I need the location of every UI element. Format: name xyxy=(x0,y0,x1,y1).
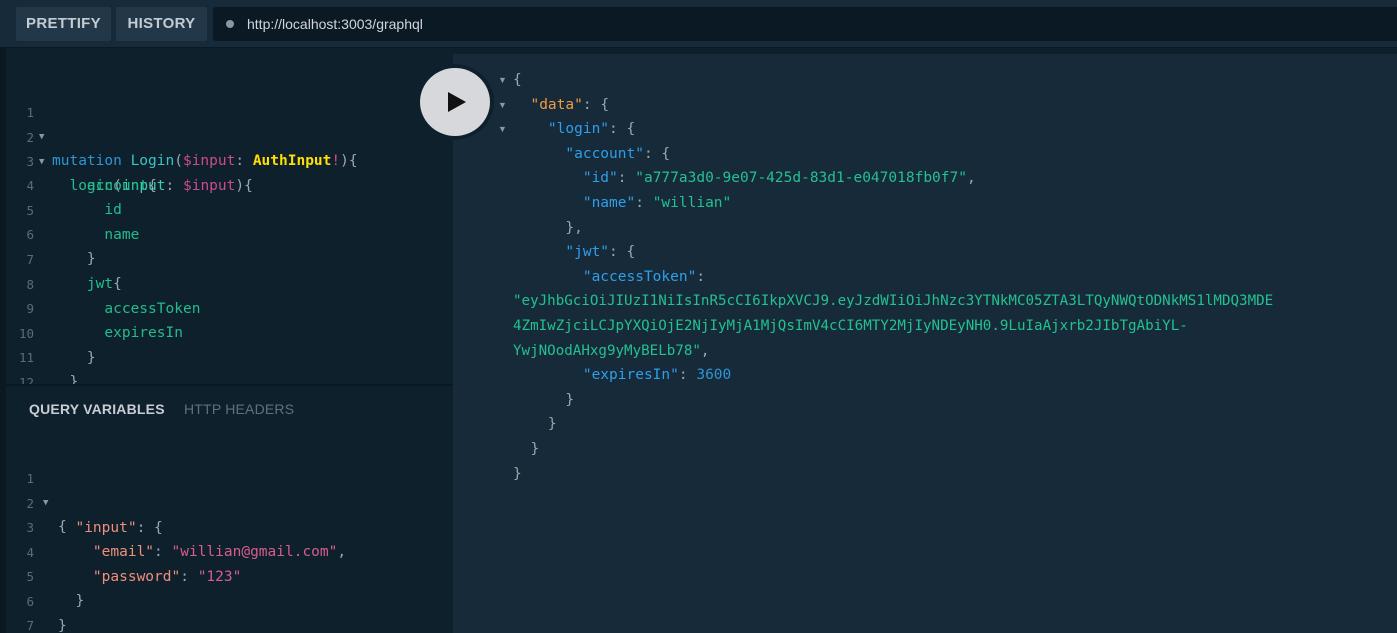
result-line: "login": { xyxy=(547,121,636,137)
json-string: 4ZmIwZjciLCJpYXQiOjE2NjIyMjA1MjQsImV4cCI… xyxy=(513,318,1188,334)
json-key: "id" xyxy=(582,170,618,186)
editor-line: 10 } xyxy=(6,298,453,366)
editor-line: 2 ▼ login(input: $input){ xyxy=(6,102,453,194)
variables-line: 5 } xyxy=(6,541,453,609)
json-key: "expiresIn" xyxy=(582,367,679,383)
json-key: "jwt" xyxy=(565,244,610,260)
editor-line: 12 } xyxy=(6,347,453,415)
tab-http-headers[interactable]: HTTP HEADERS xyxy=(184,386,294,432)
endpoint-url[interactable]: http://localhost:3003/graphql xyxy=(247,7,423,41)
fold-arrow-icon[interactable]: ▼ xyxy=(498,117,507,141)
json-key: "account" xyxy=(565,146,644,162)
json-number: 3600 xyxy=(696,367,732,383)
fold-arrow-icon[interactable]: ▼ xyxy=(498,68,507,92)
result-line: "id": "a777a3d0-9e07-425d-83d1-e047018fb… xyxy=(582,170,976,186)
json-key: "accessToken" xyxy=(582,269,697,285)
json-string: YwjNOodAHxg9yMyBELb78" xyxy=(513,343,701,359)
result-line: "data": { xyxy=(530,97,610,113)
editor-line: 4 id xyxy=(6,150,453,218)
result-line: "jwt": { xyxy=(565,244,636,260)
execute-query-button[interactable] xyxy=(420,68,490,136)
line-number: 7 xyxy=(26,618,34,633)
json-key: "data" xyxy=(530,97,583,113)
result-line: "accessToken": xyxy=(582,269,706,285)
result-line: { xyxy=(513,72,522,88)
query-editor[interactable]: 1 ▼ mutation Login($input: AuthInput!){ … xyxy=(6,54,453,415)
variables-panel-header: QUERY VARIABLES HTTP HEADERS xyxy=(6,386,453,432)
history-button[interactable]: HISTORY xyxy=(116,7,207,41)
top-toolbar: PRETTIFY HISTORY http://localhost:3003/g… xyxy=(0,0,1397,48)
variables-line: 2 "input": { xyxy=(6,468,453,536)
variables-editor[interactable]: 1 ▼ { 2 "input": { 3 "email": "willian@g… xyxy=(6,432,453,633)
result-line: } xyxy=(513,466,522,482)
result-line: } xyxy=(530,441,540,457)
result-line: }, xyxy=(565,220,583,236)
editor-line: 3 account{ xyxy=(6,126,453,194)
json-key: "name" xyxy=(582,195,636,211)
editor-line: 7 jwt{ xyxy=(6,224,453,292)
json-string: "willian" xyxy=(652,195,732,211)
result-pane[interactable]: ▼ ▼ ▼ { "data": { "login": { "account": … xyxy=(453,54,1397,633)
result-line: "name": "willian" xyxy=(582,195,732,211)
result-line: } xyxy=(565,392,575,408)
editor-line: 11 } xyxy=(6,322,453,390)
result-line: "expiresIn": 3600 xyxy=(582,367,732,383)
result-line: "eyJhbGciOiJIUzI1NiIsInR5cCI6IkpXVCJ9.ey… xyxy=(513,289,1273,313)
result-line: 4ZmIwZjciLCJpYXQiOjE2NjIyMjA1MjQsImV4cCI… xyxy=(513,314,1188,338)
editor-line: 6 } xyxy=(6,199,453,267)
editor-line: 5 name xyxy=(6,175,453,243)
variables-line: 1 ▼ { xyxy=(6,443,453,535)
endpoint-url-bar[interactable]: http://localhost:3003/graphql xyxy=(213,7,1397,41)
result-line: YwjNOodAHxg9yMyBELb78", xyxy=(513,343,710,359)
json-string: "eyJhbGciOiJIUzI1NiIsInR5cCI6IkpXVCJ9.ey… xyxy=(513,293,1274,309)
editor-line: 8 accessToken xyxy=(6,249,453,317)
variables-line: 7 xyxy=(6,590,453,633)
tab-query-variables[interactable]: QUERY VARIABLES xyxy=(29,386,165,432)
json-key: "login" xyxy=(547,121,610,137)
variables-line: 3 "email": "willian@gmail.com", xyxy=(6,492,453,560)
editor-line: 1 ▼ mutation Login($input: AuthInput!){ xyxy=(6,77,453,169)
variables-line: 4 "password": "123" xyxy=(6,517,453,585)
status-dot-icon xyxy=(226,20,234,28)
result-line: } xyxy=(547,416,557,432)
variables-line: 6 } xyxy=(6,566,453,633)
editor-line: 9 expiresIn xyxy=(6,273,453,341)
play-icon xyxy=(448,92,466,112)
fold-arrow-icon[interactable]: ▼ xyxy=(498,93,507,117)
result-line: "account": { xyxy=(565,146,671,162)
prettify-button[interactable]: PRETTIFY xyxy=(16,7,111,41)
json-string: "a777a3d0-9e07-425d-83d1-e047018fb0f7" xyxy=(635,170,967,186)
